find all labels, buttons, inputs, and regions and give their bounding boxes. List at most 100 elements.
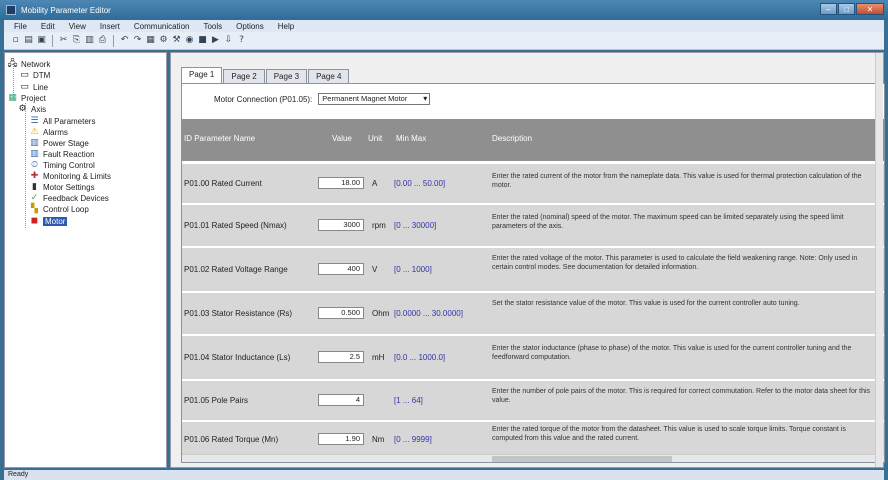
save-icon[interactable]: ▣ bbox=[36, 35, 47, 46]
list-icon: ☰ bbox=[30, 116, 39, 126]
play-icon[interactable]: ▶ bbox=[210, 35, 221, 46]
tree-node-control-loop[interactable]: ▚ Control Loop bbox=[29, 204, 89, 214]
tree-guide bbox=[25, 103, 26, 228]
grid-icon[interactable]: ▦ bbox=[145, 35, 156, 46]
tree-node-label: Alarms bbox=[43, 127, 68, 137]
parameter-value-input[interactable]: 1.90 bbox=[318, 433, 364, 445]
redo-icon[interactable]: ↷ bbox=[132, 35, 143, 46]
loop-icon: ▚ bbox=[31, 204, 38, 214]
title-bar: Mobility Parameter Editor – □ ✕ bbox=[0, 0, 888, 20]
tab-page-2[interactable]: Page 2 bbox=[223, 69, 265, 83]
vertical-scrollbar[interactable] bbox=[875, 53, 883, 467]
tree-node-label: Feedback Devices bbox=[43, 193, 109, 203]
tree-node-line[interactable]: ▭ Line bbox=[19, 82, 48, 92]
separator bbox=[52, 34, 53, 47]
motor-connection-label: Motor Connection (P01.05): bbox=[214, 94, 313, 104]
table-row: P01.02 Rated Voltage Range 400 V [0 ... … bbox=[182, 247, 884, 291]
minimize-button[interactable]: – bbox=[820, 3, 837, 15]
horizontal-scrollbar[interactable] bbox=[182, 454, 884, 462]
parameter-description: Enter the rated voltage of the motor. Th… bbox=[492, 255, 858, 271]
tree-node-label: Fault Reaction bbox=[43, 149, 95, 159]
open-icon[interactable]: ▤ bbox=[23, 35, 34, 46]
status-bar: Ready bbox=[4, 470, 884, 480]
parameter-value-input[interactable]: 0.500 bbox=[318, 307, 364, 319]
monitor-icon: ✚ bbox=[30, 171, 39, 181]
tree-node-monitoring[interactable]: ✚ Monitoring & Limits bbox=[29, 171, 111, 181]
motor-connection-select[interactable]: Permanent Magnet Motor bbox=[318, 93, 431, 105]
tree-node-motor[interactable]: ◼ Motor bbox=[29, 216, 68, 226]
tree-node-axis[interactable]: ⚙ Axis bbox=[17, 104, 46, 114]
parameter-name: P01.04 Stator Inductance (Ls) bbox=[184, 353, 291, 362]
menu-options[interactable]: Options bbox=[236, 22, 264, 31]
parameter-name: P01.05 Pole Pairs bbox=[184, 396, 249, 405]
copy-icon[interactable]: ⎘ bbox=[71, 35, 82, 46]
tab-strip: Page 1 Page 2 Page 3 Page 4 bbox=[181, 67, 350, 83]
parameter-description: Enter the rated torque of the motor from… bbox=[492, 426, 846, 442]
table-row: P01.00 Rated Current 18.00 A [0.00 ... 5… bbox=[182, 163, 884, 203]
download-icon[interactable]: ⇩ bbox=[223, 35, 234, 46]
close-button[interactable]: ✕ bbox=[856, 3, 884, 15]
settings-icon[interactable]: ⚒ bbox=[171, 35, 182, 46]
tree-node-label: Project bbox=[21, 93, 46, 103]
column-value: Value bbox=[332, 134, 352, 143]
menu-file[interactable]: File bbox=[14, 22, 27, 31]
scroll-thumb[interactable] bbox=[492, 456, 672, 462]
tree-node-dtm[interactable]: ▭ DTM bbox=[19, 70, 50, 80]
parameter-value-input[interactable]: 3000 bbox=[318, 219, 364, 231]
parameter-name: P01.00 Rated Current bbox=[184, 179, 262, 188]
table-row: P01.05 Pole Pairs 4 [1 ... 64] Enter the… bbox=[182, 380, 884, 420]
undo-icon[interactable]: ↶ bbox=[119, 35, 130, 46]
tree-node-power-stage[interactable]: ▥ Power Stage bbox=[29, 138, 89, 148]
menu-tools[interactable]: Tools bbox=[203, 22, 222, 31]
window-title: Mobility Parameter Editor bbox=[21, 5, 111, 15]
menu-edit[interactable]: Edit bbox=[41, 22, 55, 31]
column-name: ID Parameter Name bbox=[184, 134, 256, 143]
column-range: Min Max bbox=[396, 134, 427, 143]
tree-node-fault-reaction[interactable]: ▥ Fault Reaction bbox=[29, 149, 95, 159]
print-icon[interactable]: ⎙ bbox=[97, 35, 108, 46]
tree-node-project[interactable]: ▦ Project bbox=[7, 93, 46, 103]
window-controls: – □ ✕ bbox=[820, 3, 884, 15]
tree-node-all-parameters[interactable]: ☰ All Parameters bbox=[29, 116, 95, 126]
online-icon[interactable]: ◉ bbox=[184, 35, 195, 46]
timing-icon: ⏲ bbox=[30, 160, 39, 170]
tree-node-feedback[interactable]: ✓ Feedback Devices bbox=[29, 193, 109, 203]
tree-node-alarms[interactable]: ⚠ Alarms bbox=[29, 127, 68, 137]
menu-insert[interactable]: Insert bbox=[100, 22, 120, 31]
motor-connection-row: Motor Connection (P01.05): Permanent Mag… bbox=[182, 84, 884, 114]
column-unit: Unit bbox=[368, 134, 383, 143]
line-icon: ▭ bbox=[20, 82, 29, 92]
parameter-value-input[interactable]: 400 bbox=[318, 263, 364, 275]
power-icon: ▥ bbox=[30, 138, 39, 148]
new-icon[interactable]: ▫ bbox=[10, 35, 21, 46]
tree-node-timing-control[interactable]: ⏲ Timing Control bbox=[29, 160, 95, 170]
tab-page-3[interactable]: Page 3 bbox=[265, 69, 308, 83]
help-icon[interactable]: ? bbox=[236, 35, 247, 46]
parameter-value-input[interactable]: 2.5 bbox=[318, 351, 364, 363]
maximize-button[interactable]: □ bbox=[838, 3, 855, 15]
tree-node-label: Line bbox=[33, 82, 49, 92]
connect-icon[interactable]: ⚙ bbox=[158, 35, 169, 46]
parameter-value-input[interactable]: 18.00 bbox=[318, 177, 364, 189]
tree-node-label: Monitoring & Limits bbox=[43, 171, 112, 181]
menu-help[interactable]: Help bbox=[278, 22, 294, 31]
table-row: P01.06 Rated Torque (Mn) 1.90 Nm [0 ... … bbox=[182, 421, 884, 457]
axis-icon: ⚙ bbox=[18, 104, 27, 114]
tree-node-motor-settings[interactable]: ▮ Motor Settings bbox=[29, 182, 95, 192]
tree-node-label: Axis bbox=[31, 104, 47, 114]
tab-page-4[interactable]: Page 4 bbox=[308, 69, 350, 83]
parameter-description: Enter the number of pole pairs of the mo… bbox=[492, 388, 871, 404]
parameter-range: [0.0000 ... 30.0000] bbox=[394, 309, 463, 318]
tree-node-label: Timing Control bbox=[43, 160, 95, 170]
stop-icon[interactable]: ■ bbox=[197, 35, 208, 46]
tree-node-label: Control Loop bbox=[43, 204, 89, 214]
parameter-value-input[interactable]: 4 bbox=[318, 394, 364, 406]
cut-icon[interactable]: ✂ bbox=[58, 35, 69, 46]
tab-page-1[interactable]: Page 1 bbox=[181, 67, 223, 83]
parameter-name: P01.01 Rated Speed (Nmax) bbox=[184, 221, 287, 230]
menu-view[interactable]: View bbox=[69, 22, 86, 31]
paste-icon[interactable]: ▥ bbox=[84, 35, 95, 46]
tree-node-label: Motor Settings bbox=[43, 182, 95, 192]
parameter-name: P01.03 Stator Resistance (Rs) bbox=[184, 309, 293, 318]
menu-communication[interactable]: Communication bbox=[134, 22, 190, 31]
